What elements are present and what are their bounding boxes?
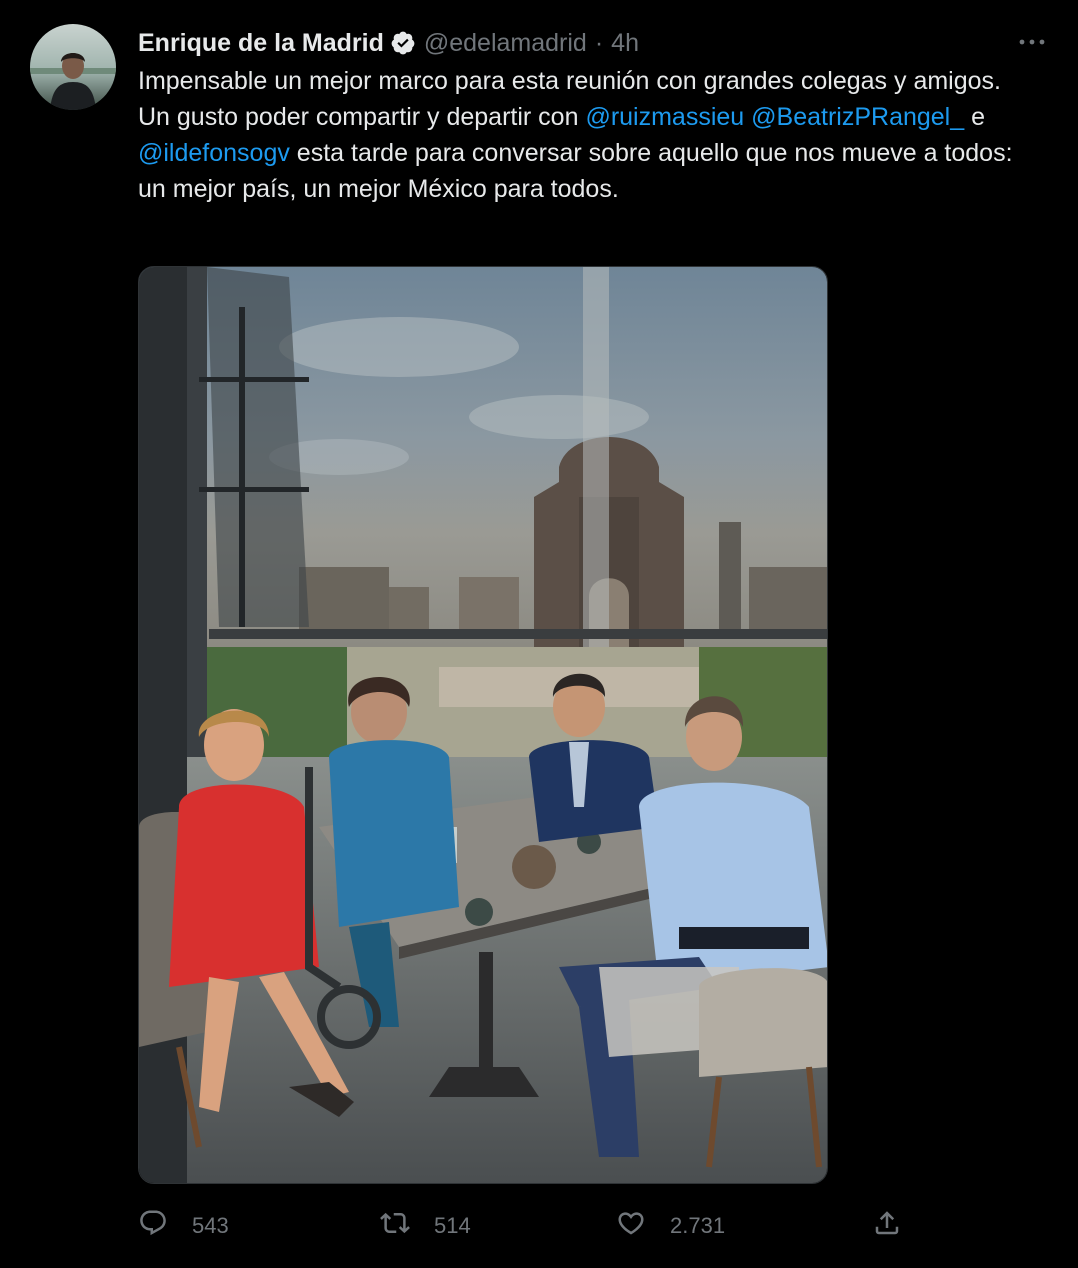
author-name[interactable]: Enrique de la Madrid (138, 29, 384, 58)
tweet-photo[interactable] (138, 266, 828, 1184)
retweet-count: 514 (434, 1213, 471, 1238)
mention-ruizmassieu[interactable]: @ruizmassieu (585, 103, 744, 131)
tweet-text: Impensable un mejor marco para esta reun… (138, 63, 1038, 207)
like-button[interactable]: 2.731 (616, 1206, 725, 1246)
retweet-button[interactable]: 514 (380, 1206, 471, 1246)
reply-icon (138, 1208, 168, 1244)
more-icon[interactable] (1016, 28, 1048, 56)
tweet-actions: 543 514 2.731 (138, 1206, 908, 1246)
heart-icon (616, 1208, 646, 1244)
tweet-text-prefix: Un gusto poder compartir y departir con (138, 103, 586, 131)
tweet-text-conj: e (964, 103, 986, 131)
like-count: 2.731 (670, 1213, 726, 1238)
verified-badge-icon[interactable] (390, 30, 416, 56)
share-button[interactable] (872, 1206, 902, 1246)
retweet-icon (380, 1208, 410, 1244)
author-handle[interactable]: @edelamadrid (424, 29, 587, 58)
tweet-time[interactable]: 4h (611, 29, 639, 58)
tweet-text-line1: Impensable un mejor marco para esta reun… (138, 67, 1001, 95)
separator-dot: · (594, 28, 604, 57)
avatar[interactable] (30, 24, 116, 110)
mention-ildefonsogv[interactable]: @ildefonsogv (138, 139, 290, 167)
tweet: Enrique de la Madrid @edelamadrid · 4h I… (0, 0, 1078, 1268)
reply-button[interactable]: 543 (138, 1206, 229, 1246)
share-icon (872, 1208, 902, 1244)
tweet-text-line2: Un gusto poder compartir y departir con … (138, 99, 1038, 207)
reply-count: 543 (192, 1213, 229, 1238)
tweet-header: Enrique de la Madrid @edelamadrid · 4h (138, 26, 639, 60)
mention-beatrizprangel[interactable]: @BeatrizPRangel_ (751, 103, 964, 131)
